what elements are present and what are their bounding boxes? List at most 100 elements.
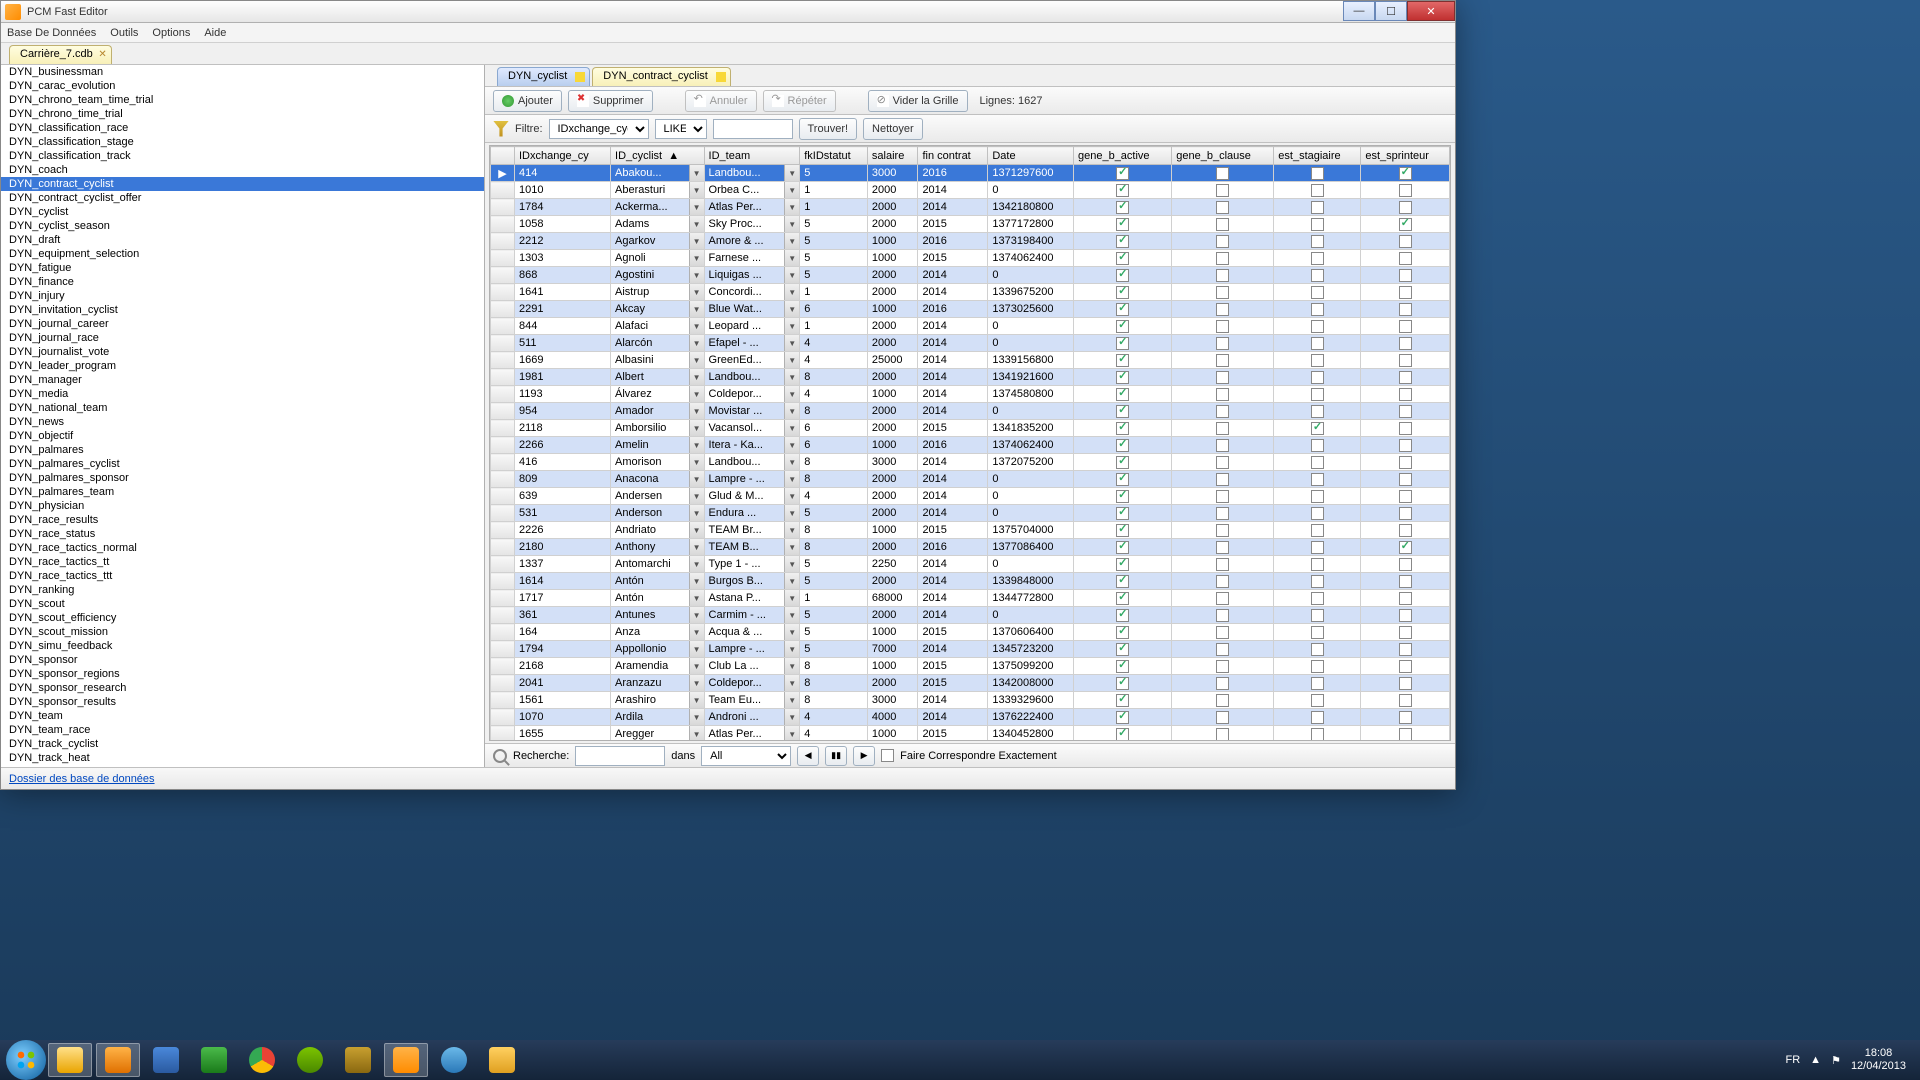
checkbox[interactable] (1311, 303, 1324, 316)
row-header[interactable] (491, 556, 515, 573)
cell-fin-contrat[interactable]: 2016 (918, 539, 988, 556)
checkbox[interactable] (1399, 184, 1412, 197)
clear-grid-button[interactable]: Vider la Grille (868, 90, 968, 112)
table-list-item[interactable]: DYN_journal_race (1, 331, 484, 345)
table-row[interactable]: 416Amorison▼Landbou...▼83000201413720752… (491, 454, 1450, 471)
cell-active[interactable] (1073, 318, 1171, 335)
cell-sprinteur[interactable] (1361, 352, 1450, 369)
taskbar-app1[interactable] (336, 1043, 380, 1077)
cell-fin-contrat[interactable]: 2015 (918, 675, 988, 692)
checkbox[interactable] (1116, 711, 1129, 724)
cell-clause[interactable] (1172, 692, 1274, 709)
cell-team[interactable]: Sky Proc...▼ (704, 216, 800, 233)
row-header[interactable] (491, 403, 515, 420)
chevron-down-icon[interactable]: ▼ (784, 573, 799, 589)
action-center-icon[interactable]: ⚑ (1831, 1054, 1841, 1067)
cell-clause[interactable] (1172, 284, 1274, 301)
cell-clause[interactable] (1172, 233, 1274, 250)
table-list-item[interactable]: DYN_coach (1, 163, 484, 177)
chevron-down-icon[interactable]: ▼ (784, 233, 799, 249)
cell-date[interactable]: 1339156800 (988, 352, 1074, 369)
chevron-down-icon[interactable]: ▼ (689, 488, 704, 504)
table-row[interactable]: 1561Arashiro▼Team Eu...▼8300020141339329… (491, 692, 1450, 709)
table-list-item[interactable]: DYN_manager (1, 373, 484, 387)
checkbox[interactable] (1116, 286, 1129, 299)
cell-clause[interactable] (1172, 335, 1274, 352)
cell-statut[interactable]: 5 (800, 216, 868, 233)
cell-active[interactable] (1073, 539, 1171, 556)
cell-statut[interactable]: 8 (800, 454, 868, 471)
table-list-item[interactable]: DYN_carac_evolution (1, 79, 484, 93)
cell-active[interactable] (1073, 284, 1171, 301)
cell-active[interactable] (1073, 437, 1171, 454)
checkbox[interactable] (1116, 184, 1129, 197)
menu-database[interactable]: Base De Données (7, 27, 96, 39)
row-header[interactable] (491, 369, 515, 386)
cell-cyclist[interactable]: Agnoli▼ (611, 250, 705, 267)
cell-fin-contrat[interactable]: 2014 (918, 199, 988, 216)
cell-clause[interactable] (1172, 505, 1274, 522)
table-list-item[interactable]: DYN_journal_career (1, 317, 484, 331)
cell-stagiaire[interactable] (1274, 709, 1361, 726)
cell-salaire[interactable]: 2000 (867, 403, 918, 420)
cell-cyclist[interactable]: Abakou...▼ (611, 165, 705, 182)
cell-active[interactable] (1073, 692, 1171, 709)
cell-date[interactable]: 1341835200 (988, 420, 1074, 437)
table-list-item[interactable]: DYN_team_race (1, 723, 484, 737)
checkbox[interactable] (1311, 184, 1324, 197)
cell-fin-contrat[interactable]: 2014 (918, 573, 988, 590)
table-list-item[interactable]: DYN_sponsor_results (1, 695, 484, 709)
cell-fin-contrat[interactable]: 2014 (918, 454, 988, 471)
column-header[interactable]: fkIDstatut (800, 147, 868, 165)
checkbox[interactable] (1311, 405, 1324, 418)
table-list-item[interactable]: DYN_contract_cyclist_offer (1, 191, 484, 205)
checkbox[interactable] (1399, 711, 1412, 724)
table-row[interactable]: 2226Andriato▼TEAM Br...▼8100020151375704… (491, 522, 1450, 539)
cell-statut[interactable]: 5 (800, 624, 868, 641)
prev-button[interactable]: ◀ (797, 746, 819, 766)
checkbox[interactable] (1216, 184, 1229, 197)
chevron-down-icon[interactable]: ▼ (689, 556, 704, 572)
start-button[interactable] (6, 1040, 46, 1080)
cell-statut[interactable]: 8 (800, 692, 868, 709)
checkbox[interactable] (1399, 286, 1412, 299)
cell-salaire[interactable]: 1000 (867, 437, 918, 454)
cell-clause[interactable] (1172, 250, 1274, 267)
cell-salaire[interactable]: 2000 (867, 488, 918, 505)
table-list-item[interactable]: DYN_race_tactics_tt (1, 555, 484, 569)
table-row[interactable]: 1794Appollonio▼Lampre - ...▼570002014134… (491, 641, 1450, 658)
chevron-down-icon[interactable]: ▼ (689, 199, 704, 215)
cell-salaire[interactable]: 2000 (867, 318, 918, 335)
cell-clause[interactable] (1172, 454, 1274, 471)
table-row[interactable]: 1641Aistrup▼Concordi...▼1200020141339675… (491, 284, 1450, 301)
row-header[interactable] (491, 573, 515, 590)
cell-active[interactable] (1073, 709, 1171, 726)
undo-button[interactable]: Annuler (685, 90, 757, 112)
cell-idxchange[interactable]: 2180 (515, 539, 611, 556)
cell-sprinteur[interactable] (1361, 522, 1450, 539)
checkbox[interactable] (1399, 320, 1412, 333)
chevron-down-icon[interactable]: ▼ (784, 675, 799, 691)
cell-active[interactable] (1073, 420, 1171, 437)
cell-date[interactable]: 1374062400 (988, 437, 1074, 454)
table-list-item[interactable]: DYN_scout (1, 597, 484, 611)
cell-fin-contrat[interactable]: 2014 (918, 590, 988, 607)
cell-team[interactable]: Coldepor...▼ (704, 386, 800, 403)
next-button[interactable]: ▶ (853, 746, 875, 766)
table-row[interactable]: 1784Ackerma...▼Atlas Per...▼120002014134… (491, 199, 1450, 216)
document-tab[interactable]: Carrière_7.cdb ✕ (9, 45, 112, 64)
checkbox[interactable] (1311, 626, 1324, 639)
cell-active[interactable] (1073, 386, 1171, 403)
table-list-item[interactable]: DYN_injury (1, 289, 484, 303)
cell-idxchange[interactable]: 2291 (515, 301, 611, 318)
table-list-item[interactable]: DYN_businessman (1, 65, 484, 79)
cell-date[interactable]: 1370606400 (988, 624, 1074, 641)
checkbox[interactable] (1399, 558, 1412, 571)
cell-date[interactable]: 0 (988, 471, 1074, 488)
cell-active[interactable] (1073, 607, 1171, 624)
cell-fin-contrat[interactable]: 2014 (918, 369, 988, 386)
cell-sprinteur[interactable] (1361, 658, 1450, 675)
cell-idxchange[interactable]: 511 (515, 335, 611, 352)
table-row[interactable]: 164Anza▼Acqua & ...▼5100020151370606400 (491, 624, 1450, 641)
checkbox[interactable] (1216, 371, 1229, 384)
